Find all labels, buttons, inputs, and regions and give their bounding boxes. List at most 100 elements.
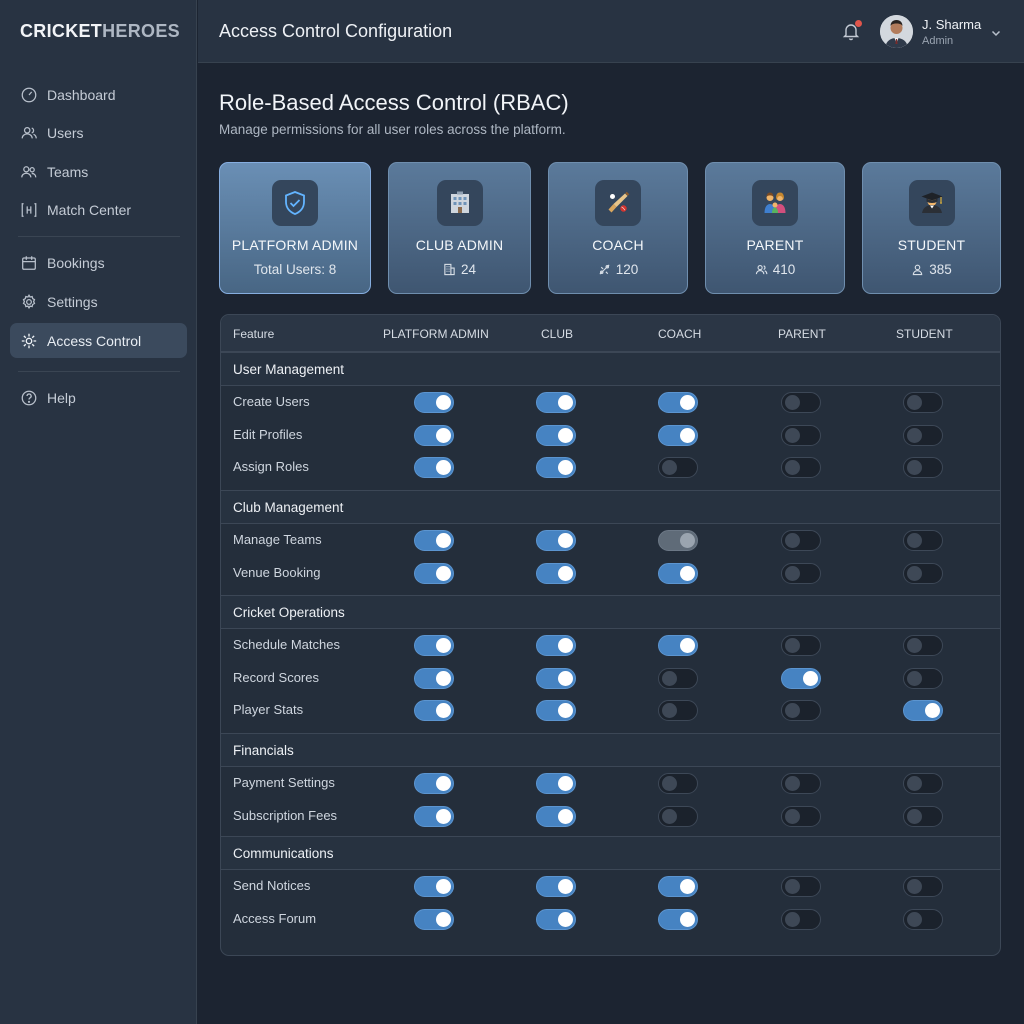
permission-toggle[interactable] xyxy=(414,424,454,446)
permission-toggle[interactable] xyxy=(414,700,454,721)
permission-toggle[interactable] xyxy=(903,908,943,930)
role-card-platform-admin[interactable]: PLATFORM ADMIN Total Users: 8 xyxy=(219,162,371,294)
permission-toggle[interactable] xyxy=(903,562,943,584)
sidebar-item-match-center[interactable]: Match Center xyxy=(10,192,187,227)
sidebar-item-bookings[interactable]: Bookings xyxy=(10,245,187,280)
permission-toggle[interactable] xyxy=(903,876,943,897)
permission-toggle[interactable] xyxy=(414,635,454,656)
permission-toggle[interactable] xyxy=(658,773,698,794)
sidebar-item-users[interactable]: Users xyxy=(10,115,187,150)
permission-toggle[interactable] xyxy=(536,700,576,721)
sidebar-item-dashboard[interactable]: Dashboard xyxy=(10,77,187,112)
permission-toggle[interactable] xyxy=(536,667,576,689)
toggle-knob xyxy=(558,460,573,475)
permission-toggle[interactable] xyxy=(903,700,943,721)
avatar[interactable] xyxy=(880,15,913,48)
permission-toggle[interactable] xyxy=(903,457,943,478)
permission-toggle[interactable] xyxy=(658,392,698,413)
sidebar-item-label: Users xyxy=(47,124,84,141)
sidebar-item-settings[interactable]: Settings xyxy=(10,284,187,319)
permission-toggle[interactable] xyxy=(414,530,454,551)
toggle-knob xyxy=(436,533,451,548)
permission-toggle[interactable] xyxy=(536,392,576,413)
permission-toggle[interactable] xyxy=(658,424,698,446)
permission-toggle[interactable] xyxy=(903,667,943,689)
permission-toggle[interactable] xyxy=(903,773,943,794)
permission-toggle[interactable] xyxy=(781,773,821,794)
permission-toggle[interactable] xyxy=(903,530,943,551)
users-icon xyxy=(20,124,38,142)
permission-toggle[interactable] xyxy=(781,876,821,897)
sidebar-item-label: Settings xyxy=(47,293,98,310)
permission-toggle[interactable] xyxy=(414,773,454,794)
app-logo[interactable]: CRICKETHEROES xyxy=(20,21,180,42)
permission-toggle[interactable] xyxy=(414,667,454,689)
permission-toggle[interactable] xyxy=(414,392,454,413)
group-title: User Management xyxy=(233,362,345,377)
permission-toggle[interactable] xyxy=(781,908,821,930)
permission-toggle[interactable] xyxy=(414,562,454,584)
permission-toggle[interactable] xyxy=(536,424,576,446)
user-name[interactable]: J. Sharma xyxy=(922,17,981,32)
toggle-knob xyxy=(436,565,451,581)
permission-toggle[interactable] xyxy=(536,805,576,827)
permission-toggle[interactable] xyxy=(781,530,821,551)
permission-toggle[interactable] xyxy=(781,424,821,446)
permission-toggle[interactable] xyxy=(536,457,576,478)
permission-toggle[interactable] xyxy=(536,876,576,897)
permission-toggle[interactable] xyxy=(658,700,698,721)
permission-toggle[interactable] xyxy=(658,562,698,584)
permission-toggle[interactable] xyxy=(781,457,821,478)
permission-toggle[interactable] xyxy=(658,667,698,689)
permission-toggle[interactable] xyxy=(658,530,698,551)
toggle-knob xyxy=(907,565,922,581)
toggle-knob xyxy=(436,395,451,410)
permission-toggle[interactable] xyxy=(536,530,576,551)
sidebar-item-access-control[interactable]: Access Control xyxy=(10,323,187,358)
permission-toggle[interactable] xyxy=(903,635,943,656)
role-card-club-admin[interactable]: CLUB ADMIN 24 xyxy=(388,162,531,294)
permission-toggle[interactable] xyxy=(536,908,576,930)
permission-toggle[interactable] xyxy=(414,876,454,897)
cricket-bat-icon xyxy=(595,180,641,226)
logo-text-secondary: HEROES xyxy=(102,21,180,41)
permission-toggle[interactable] xyxy=(781,635,821,656)
feature-label: Player Stats xyxy=(233,702,304,717)
role-card-coach[interactable]: COACH 120 xyxy=(548,162,688,294)
permission-toggle[interactable] xyxy=(414,457,454,478)
permission-toggle[interactable] xyxy=(536,635,576,656)
permission-toggle[interactable] xyxy=(658,457,698,478)
table-row: Assign Roles xyxy=(221,451,1000,483)
toggle-knob xyxy=(558,670,573,686)
permission-toggle[interactable] xyxy=(536,562,576,584)
permission-toggle[interactable] xyxy=(658,635,698,656)
graduate-icon xyxy=(908,180,955,226)
column-header-club: CLUB xyxy=(541,327,574,341)
permission-toggle[interactable] xyxy=(781,805,821,827)
sidebar-item-teams[interactable]: Teams xyxy=(10,154,187,189)
toggle-knob xyxy=(436,703,451,718)
permission-toggle[interactable] xyxy=(414,908,454,930)
permission-toggle[interactable] xyxy=(781,562,821,584)
permission-toggle[interactable] xyxy=(658,908,698,930)
permission-toggle[interactable] xyxy=(414,805,454,827)
chevron-down-icon[interactable] xyxy=(990,26,1002,38)
permission-toggle[interactable] xyxy=(536,773,576,794)
notification-bell-icon[interactable] xyxy=(841,20,862,41)
role-card-parent[interactable]: PARENT 410 xyxy=(705,162,845,294)
sidebar-item-help[interactable]: Help xyxy=(10,380,187,415)
permission-toggle[interactable] xyxy=(658,876,698,897)
permission-toggle[interactable] xyxy=(781,700,821,721)
toggle-knob xyxy=(785,565,800,581)
sidebar-item-label: Bookings xyxy=(47,254,105,271)
permission-toggle[interactable] xyxy=(903,424,943,446)
toggle-knob xyxy=(662,460,677,475)
permission-toggle[interactable] xyxy=(903,392,943,413)
permission-toggle[interactable] xyxy=(658,805,698,827)
table-header: Feature PLATFORM ADMIN CLUB COACH PARENT… xyxy=(221,315,1000,352)
permission-toggle[interactable] xyxy=(903,805,943,827)
permission-toggle[interactable] xyxy=(781,392,821,413)
permission-toggle[interactable] xyxy=(781,667,821,689)
role-card-student[interactable]: STUDENT 385 xyxy=(862,162,1001,294)
role-name: COACH xyxy=(592,237,644,253)
